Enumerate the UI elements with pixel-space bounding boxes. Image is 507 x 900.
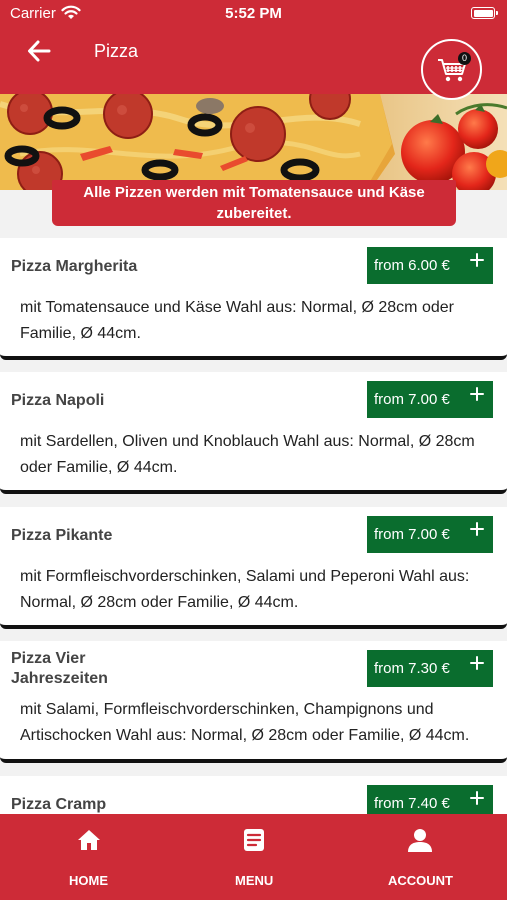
add-to-cart-button[interactable]: from 7.00 € [367, 516, 493, 553]
product-name: Pizza Cramp [11, 796, 107, 813]
product-name: Pizza Napoli [11, 392, 105, 409]
tab-account-label: ACCOUNT [388, 873, 453, 888]
product-price: from 7.40 € [374, 795, 450, 812]
product-card[interactable]: Pizza Napoli from 7.00 € mit Sardellen, … [0, 372, 507, 494]
product-description: mit Formfleischvorderschinken, Salami un… [20, 568, 470, 611]
back-arrow-icon[interactable] [26, 38, 52, 64]
page-title: Pizza [94, 41, 139, 61]
product-description: mit Tomatensauce und Käse Wahl aus: Norm… [20, 299, 454, 342]
menu-list-icon [244, 829, 264, 851]
home-icon [78, 830, 100, 850]
pizza-hero-image [0, 94, 507, 190]
tab-home[interactable]: HOME [60, 814, 118, 900]
product-name: Pizza Pikante [11, 527, 113, 544]
product-name: Pizza Margherita [11, 258, 138, 275]
plus-icon [470, 522, 484, 536]
status-bar: Carrier 5:52 PM [0, 0, 507, 28]
product-card[interactable]: Pizza Margherita from 6.00 € mit Tomaten… [0, 238, 507, 360]
user-icon [408, 829, 432, 852]
product-description: mit Salami, Formfleischvorderschinken, C… [20, 701, 470, 744]
status-time: 5:52 PM [225, 5, 282, 22]
bottom-tab-bar: HOME MENU ACCOUNT [0, 814, 507, 900]
plus-icon [470, 656, 484, 670]
product-description: mit Sardellen, Oliven und Knoblauch Wahl… [20, 433, 475, 476]
product-name: Pizza Vier Jahreszeiten [11, 650, 108, 687]
add-to-cart-button[interactable]: from 7.00 € [367, 381, 493, 418]
plus-icon [470, 791, 484, 805]
hero-banner [0, 94, 507, 190]
product-price: from 7.30 € [374, 660, 450, 677]
notice-banner: Alle Pizzen werden mit Tomatensauce und … [52, 180, 456, 226]
product-card[interactable]: Pizza Pikante from 7.00 € mit Formfleisc… [0, 507, 507, 629]
app-screen: Pizza Margherita from 6.00 € mit Tomaten… [0, 0, 507, 900]
plus-icon [470, 253, 484, 267]
cart-button[interactable]: 0 [421, 39, 482, 100]
tab-menu[interactable]: MENU [228, 814, 280, 900]
add-to-cart-button[interactable]: from 6.00 € [367, 247, 493, 284]
cart-count-badge: 0 [458, 52, 471, 65]
product-price: from 6.00 € [374, 257, 450, 274]
tab-home-label: HOME [69, 873, 108, 888]
product-price: from 7.00 € [374, 526, 450, 543]
plus-icon [470, 387, 484, 401]
tab-account[interactable]: ACCOUNT [382, 814, 458, 900]
product-price: from 7.00 € [374, 391, 450, 408]
add-to-cart-button[interactable]: from 7.30 € [367, 650, 493, 687]
battery-icon [471, 7, 498, 19]
tab-menu-label: MENU [235, 873, 274, 888]
product-card[interactable]: Pizza Vier Jahreszeiten from 7.30 € mit … [0, 641, 507, 763]
